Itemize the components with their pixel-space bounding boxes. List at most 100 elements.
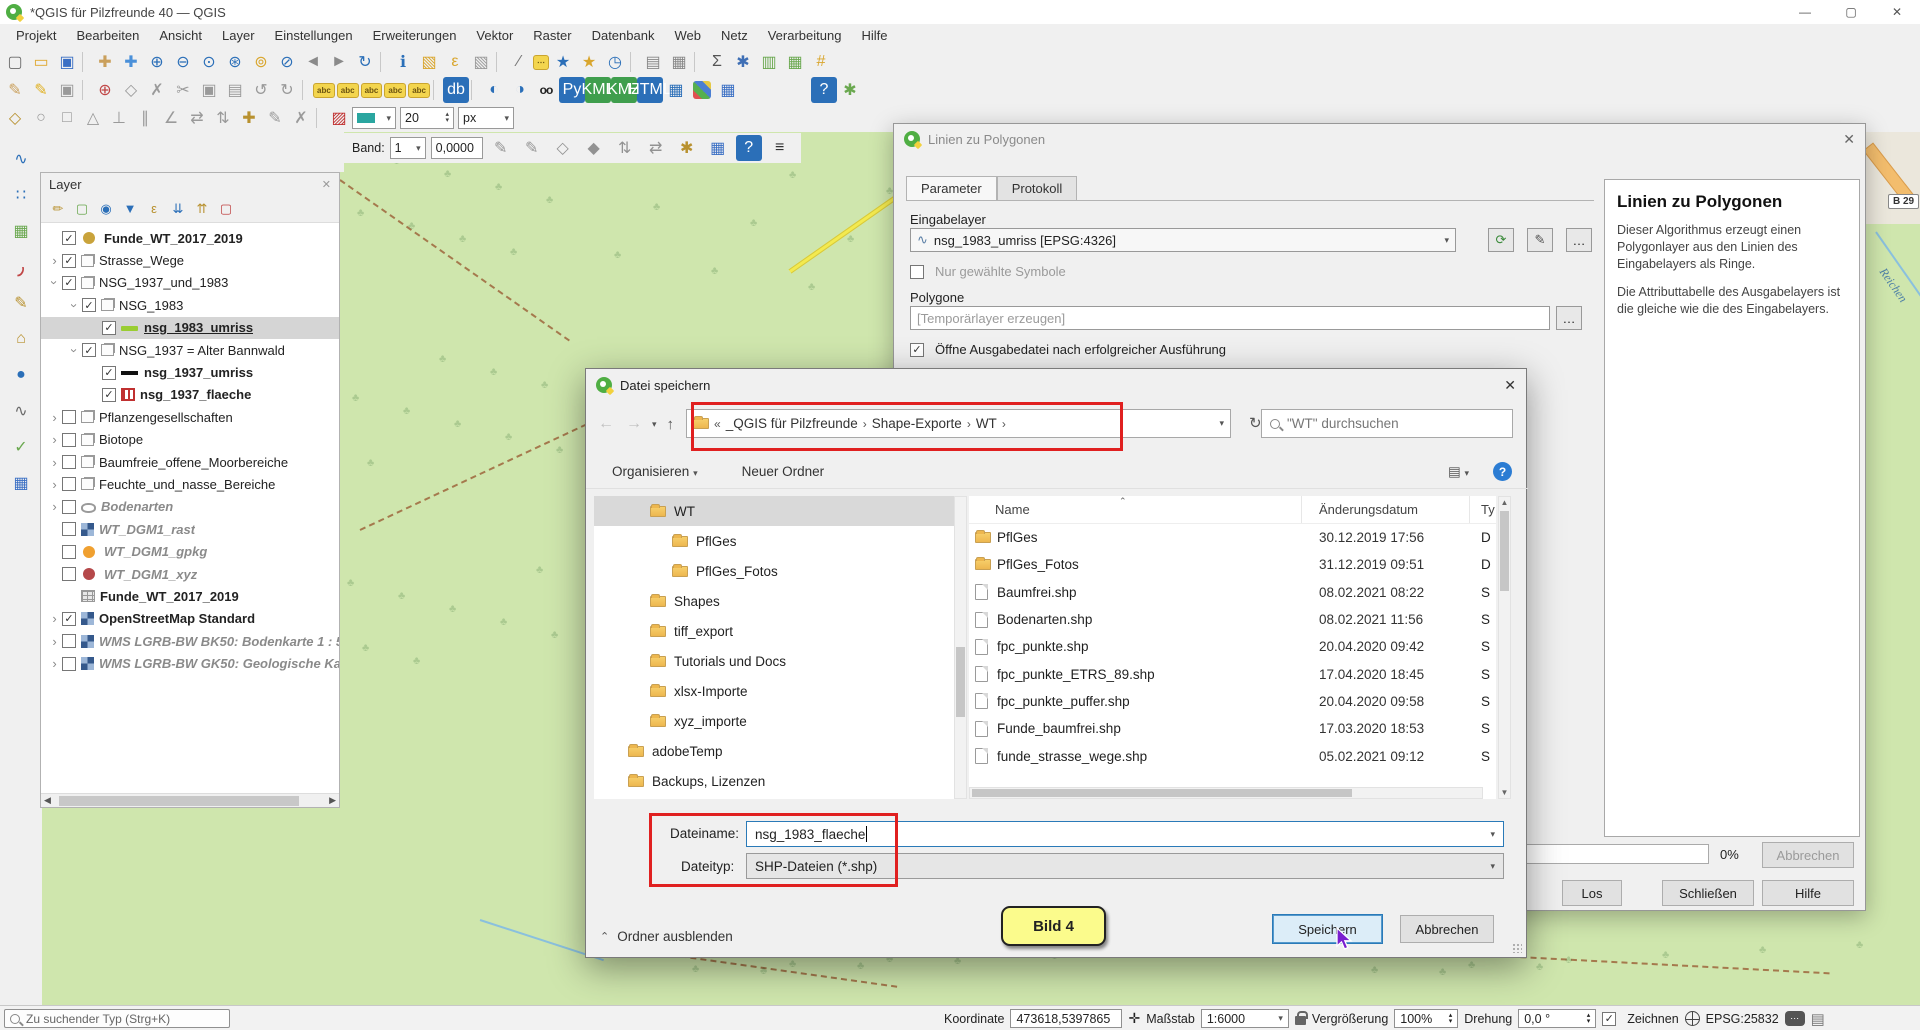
- cancel-button[interactable]: Abbrechen: [1762, 842, 1854, 868]
- breadcrumb-dropdown-icon[interactable]: ▾: [1219, 418, 1224, 429]
- menu-item[interactable]: Datenbank: [582, 26, 665, 45]
- separator[interactable]: [433, 80, 441, 100]
- coordinate-input[interactable]: 473618,5397865: [1010, 1009, 1122, 1028]
- close-button[interactable]: ✕: [1874, 0, 1920, 24]
- plugin-manager-icon[interactable]: ✱: [837, 77, 863, 103]
- data-source-manager-icon[interactable]: ▥: [756, 49, 782, 75]
- paste-features-icon[interactable]: ▤: [222, 77, 248, 103]
- layer-checkbox[interactable]: [62, 567, 76, 581]
- column-type[interactable]: Ty: [1481, 502, 1495, 517]
- folder-tree-item[interactable]: PflGes: [594, 526, 954, 556]
- column-divider[interactable]: [1301, 496, 1302, 523]
- draw-pixel-icon[interactable]: ✎: [488, 135, 514, 161]
- layer-checkbox[interactable]: [102, 366, 116, 380]
- rotation-spinner[interactable]: 0,0 °▴▾: [1518, 1009, 1596, 1028]
- flip-icon[interactable]: ⇅: [210, 105, 236, 131]
- folder-tree-item[interactable]: tiff_export: [594, 616, 954, 646]
- layer-row[interactable]: WT_DGM1_xyz: [41, 563, 339, 585]
- layer-checkbox[interactable]: [62, 500, 76, 514]
- scrollbar-thumb[interactable]: [1500, 511, 1509, 591]
- crs-globe-icon[interactable]: [1685, 1011, 1700, 1026]
- attribute-grid-icon[interactable]: ▦: [7, 470, 35, 496]
- collapse-all-icon[interactable]: ⇈: [191, 198, 213, 220]
- up-icon[interactable]: ↑: [667, 416, 675, 433]
- expand-arrow-icon[interactable]: ›: [47, 499, 62, 514]
- draw-line-icon[interactable]: ✎: [7, 290, 35, 316]
- separator[interactable]: [496, 52, 504, 72]
- layer-row[interactable]: WT_DGM1_gpkg: [41, 540, 339, 562]
- filter-legend-icon[interactable]: ▼: [119, 198, 141, 220]
- open-project-icon[interactable]: ▭: [28, 49, 54, 75]
- menu-item[interactable]: Netz: [711, 26, 758, 45]
- georeferencer-icon[interactable]: ٫: [7, 254, 35, 280]
- band-value-field[interactable]: 0,0000: [431, 137, 483, 159]
- folder-tree-item[interactable]: adobeTemp: [594, 736, 954, 766]
- osm-search-binoculars-icon[interactable]: oo: [533, 77, 559, 103]
- vector-grid-icon[interactable]: ▦: [715, 77, 741, 103]
- expand-arrow-icon[interactable]: ›: [47, 656, 62, 671]
- layer-checkbox[interactable]: [62, 455, 76, 469]
- file-row[interactable]: PflGes_Fotos 31.12.2019 09:51 D: [969, 551, 1496, 578]
- scroll-right-icon[interactable]: ▶: [329, 795, 336, 806]
- expand-arrow-icon[interactable]: ›: [67, 343, 82, 358]
- map-tips-icon[interactable]: ⋯: [533, 55, 549, 70]
- globe-plugin-icon[interactable]: ●: [7, 362, 35, 388]
- folder-tree-item[interactable]: Shapes: [594, 586, 954, 616]
- new-folder-button[interactable]: Neuer Ordner: [742, 464, 825, 479]
- dialog-tab[interactable]: Protokoll: [997, 176, 1078, 200]
- separator[interactable]: [694, 52, 702, 72]
- raster-palette-icon[interactable]: [693, 81, 711, 99]
- select-features-icon[interactable]: ▧: [416, 49, 442, 75]
- dialog-tab[interactable]: Parameter: [906, 176, 997, 200]
- swap-icon[interactable]: ⇄: [184, 105, 210, 131]
- file-row[interactable]: Baumfrei.shp 08.02.2021 08:22 S: [969, 579, 1496, 606]
- zoom-full-icon[interactable]: ⊛: [222, 49, 248, 75]
- layer-row[interactable]: › WMS LGRB-BW GK50: Geologische Karte: [41, 652, 339, 674]
- back-icon[interactable]: ←: [598, 415, 614, 433]
- change-label-icon[interactable]: abc: [408, 83, 430, 98]
- zoom-last-icon[interactable]: ◄: [300, 49, 326, 75]
- dialog-close-icon[interactable]: ✕: [1504, 377, 1516, 394]
- swap-band-icon[interactable]: ⇄: [643, 135, 669, 161]
- polygons-output-field[interactable]: [Temporärlayer erzeugen]: [910, 306, 1550, 330]
- add-vertex-icon[interactable]: ✚: [236, 105, 262, 131]
- list-vscrollbar[interactable]: ▲ ▼: [1498, 496, 1511, 799]
- new-project-icon[interactable]: ▢: [2, 49, 28, 75]
- delete-selected-icon[interactable]: ✗: [144, 77, 170, 103]
- layer-row[interactable]: › Strasse_Wege: [41, 249, 339, 271]
- browse-button[interactable]: …: [1566, 228, 1592, 252]
- layer-row[interactable]: › NSG_1937 = Alter Bannwald: [41, 339, 339, 361]
- metasearch-globe-icon[interactable]: ◐: [481, 77, 507, 103]
- separator[interactable]: [302, 80, 310, 100]
- layer-row[interactable]: › NSG_1937_und_1983: [41, 272, 339, 294]
- file-row[interactable]: fpc_punkte_ETRS_89.shp 17.04.2020 18:45 …: [969, 660, 1496, 687]
- identify-features-icon[interactable]: ℹ: [390, 49, 416, 75]
- band-combo[interactable]: 1▾: [390, 137, 426, 159]
- layer-row[interactable]: nsg_1983_umriss: [41, 317, 339, 339]
- expand-arrow-icon[interactable]: ›: [47, 634, 62, 649]
- file-row[interactable]: PflGes 30.12.2019 17:56 D: [969, 524, 1496, 551]
- run-button[interactable]: Los: [1562, 880, 1622, 906]
- menu-item[interactable]: Einstellungen: [265, 26, 363, 45]
- menu-icon[interactable]: ≡: [767, 135, 793, 161]
- cancel-button[interactable]: Abbrechen: [1400, 915, 1494, 943]
- scroll-left-icon[interactable]: ◀: [44, 795, 51, 806]
- edit-wrench-button[interactable]: ✎: [1527, 228, 1553, 252]
- close-dialog-button[interactable]: Schließen: [1662, 880, 1754, 906]
- input-layer-combo[interactable]: ∿ nsg_1983_umriss [EPSG:4326]▾: [910, 228, 1456, 252]
- move-label-icon[interactable]: abc: [384, 83, 406, 98]
- expand-arrow-icon[interactable]: ›: [67, 298, 82, 313]
- folder-tree-item[interactable]: PflGes_Fotos: [594, 556, 954, 586]
- file-row[interactable]: funde_strasse_wege.shp 05.02.2021 09:12 …: [969, 742, 1496, 769]
- scrollbar-thumb[interactable]: [59, 796, 299, 806]
- statistical-summary-icon[interactable]: Σ: [704, 49, 730, 75]
- only-selected-checkbox[interactable]: [910, 265, 924, 279]
- menu-item[interactable]: Hilfe: [851, 26, 897, 45]
- raster-settings-icon[interactable]: ✱: [674, 135, 700, 161]
- minimize-button[interactable]: —: [1782, 0, 1828, 24]
- dialog-close-icon[interactable]: ✕: [1843, 131, 1855, 148]
- layer-row[interactable]: nsg_1937_umriss: [41, 361, 339, 383]
- folder-tree-item[interactable]: Tutorials und Docs: [594, 646, 954, 676]
- layout-manager-icon[interactable]: ▦: [666, 49, 692, 75]
- layer-row[interactable]: › Biotope: [41, 429, 339, 451]
